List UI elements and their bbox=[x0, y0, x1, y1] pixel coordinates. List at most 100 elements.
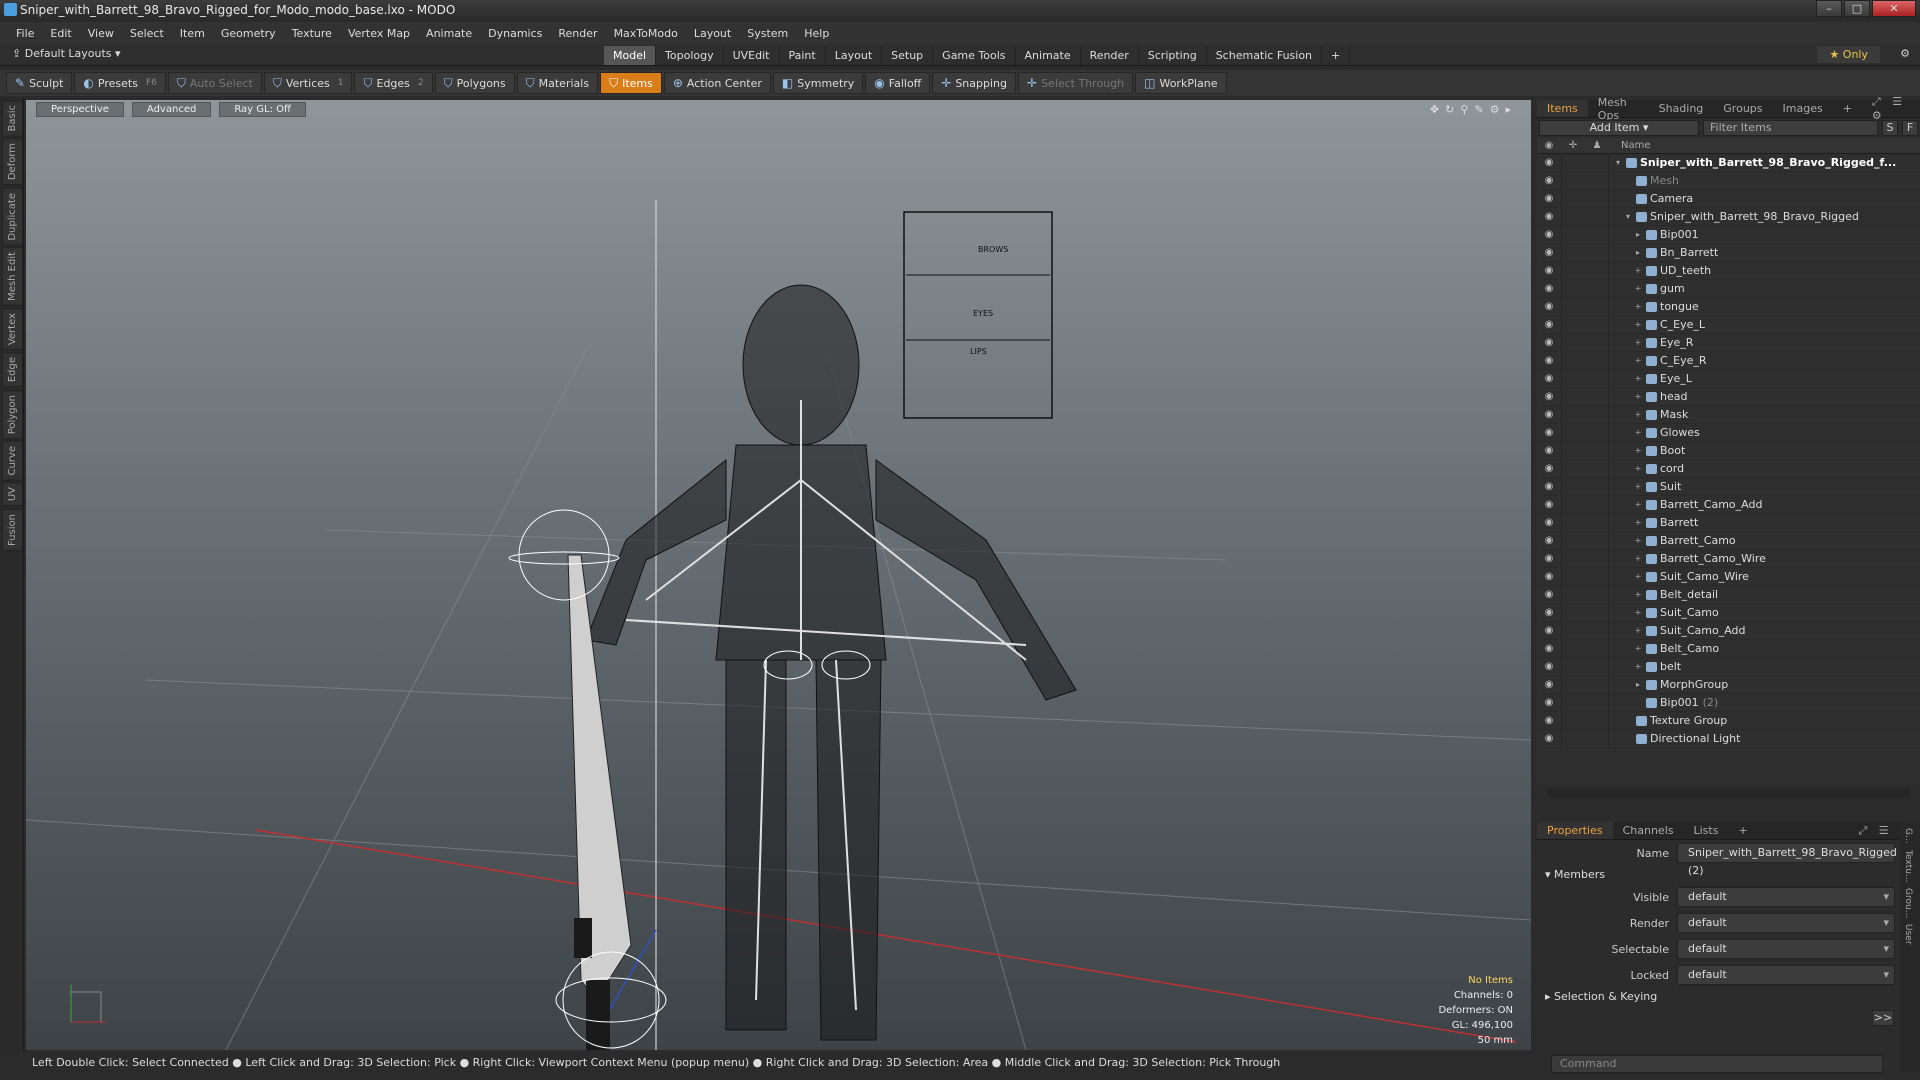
tree-row[interactable]: ◉ Bip001 (2) bbox=[1537, 693, 1920, 712]
expand-toggle-icon[interactable]: + bbox=[1633, 356, 1643, 365]
eye-icon[interactable]: ◉ bbox=[1537, 157, 1561, 168]
tree-row-toggles[interactable] bbox=[1561, 621, 1609, 640]
props-tab-properties[interactable]: Properties bbox=[1537, 822, 1613, 839]
auto-select-button[interactable]: ⛉ Auto Select bbox=[167, 72, 262, 94]
tree-row-toggles[interactable] bbox=[1561, 585, 1609, 604]
expand-toggle-icon[interactable]: + bbox=[1633, 320, 1643, 329]
menu-item-edit[interactable]: Edit bbox=[42, 27, 79, 40]
tree-row-toggles[interactable] bbox=[1561, 225, 1609, 244]
snapping-button[interactable]: ✛ Snapping bbox=[932, 72, 1016, 94]
tree-row[interactable]: ◉ + C_Eye_L bbox=[1537, 315, 1920, 334]
side-tab[interactable]: Textu... bbox=[1903, 850, 1913, 883]
eye-icon[interactable]: ◉ bbox=[1537, 553, 1561, 564]
eye-icon[interactable]: ◉ bbox=[1537, 697, 1561, 708]
tree-row[interactable]: ◉ + belt bbox=[1537, 657, 1920, 676]
items-tab-mesh-ops[interactable]: Mesh Ops bbox=[1588, 94, 1649, 124]
tree-row-toggles[interactable] bbox=[1561, 351, 1609, 370]
presets-button[interactable]: ◐ Presets F6 bbox=[74, 72, 166, 94]
vertices-button[interactable]: ⛉ Vertices 1 bbox=[263, 72, 353, 94]
menu-item-select[interactable]: Select bbox=[122, 27, 172, 40]
expand-toggle-icon[interactable]: + bbox=[1633, 446, 1643, 455]
eye-icon[interactable]: ◉ bbox=[1537, 355, 1561, 366]
menu-item-layout[interactable]: Layout bbox=[686, 27, 739, 40]
tree-row-toggles[interactable] bbox=[1561, 243, 1609, 262]
expand-toggle-icon[interactable]: + bbox=[1633, 482, 1643, 491]
expand-toggle-icon[interactable]: + bbox=[1633, 266, 1643, 275]
tab-game-tools[interactable]: Game Tools bbox=[933, 46, 1016, 65]
expand-toggle-icon[interactable]: + bbox=[1633, 644, 1643, 653]
zoom-icon[interactable]: ⚲ bbox=[1460, 103, 1474, 116]
menu-item-system[interactable]: System bbox=[739, 27, 796, 40]
tree-row-toggles[interactable] bbox=[1561, 333, 1609, 352]
tree-row[interactable]: ◉ + Glowes bbox=[1537, 423, 1920, 442]
tree-row-toggles[interactable] bbox=[1561, 513, 1609, 532]
tree-row[interactable]: ◉ + UD_teeth bbox=[1537, 261, 1920, 280]
raygl-button[interactable]: Ray GL: Off bbox=[219, 101, 306, 117]
tree-row[interactable]: ◉ Directional Light bbox=[1537, 729, 1920, 748]
tree-row[interactable]: ◉ Camera bbox=[1537, 189, 1920, 208]
tree-row[interactable]: ◉ + Belt_detail bbox=[1537, 585, 1920, 604]
expand-toggle-icon[interactable]: + bbox=[1633, 500, 1643, 509]
menu-item-geometry[interactable]: Geometry bbox=[213, 27, 284, 40]
expand-toggle-icon[interactable]: + bbox=[1633, 374, 1643, 383]
props-tab-add[interactable]: + bbox=[1728, 822, 1757, 839]
select-through-button[interactable]: ✛ Select Through bbox=[1018, 72, 1134, 94]
tab-setup[interactable]: Setup bbox=[882, 46, 934, 65]
expand-toggle-icon[interactable]: + bbox=[1633, 464, 1643, 473]
left-tab-vertex[interactable]: Vertex bbox=[2, 308, 23, 351]
props-tab-lists[interactable]: Lists bbox=[1684, 822, 1729, 839]
tree-row-toggles[interactable] bbox=[1561, 459, 1609, 478]
expand-toggle-icon[interactable]: + bbox=[1633, 284, 1643, 293]
left-tab-fusion[interactable]: Fusion bbox=[2, 508, 23, 551]
eye-icon[interactable]: ◉ bbox=[1537, 283, 1561, 294]
tree-row[interactable]: ◉ + Belt_Camo bbox=[1537, 639, 1920, 658]
command-input[interactable]: Command bbox=[1551, 1055, 1883, 1073]
tree-row-toggles[interactable] bbox=[1561, 279, 1609, 298]
tree-row[interactable]: ◉ + tongue bbox=[1537, 297, 1920, 316]
tab-paint[interactable]: Paint bbox=[780, 46, 826, 65]
workplane-button[interactable]: ◫ WorkPlane bbox=[1135, 72, 1227, 94]
items-tab-add[interactable]: + bbox=[1833, 100, 1862, 117]
expand-toggle-icon[interactable]: + bbox=[1633, 518, 1643, 527]
eye-icon[interactable]: ◉ bbox=[1537, 409, 1561, 420]
f-toggle-button[interactable]: F bbox=[1902, 120, 1918, 136]
tree-row-toggles[interactable] bbox=[1561, 297, 1609, 316]
selection-keying-section[interactable]: ▸ Selection & Keying bbox=[1537, 988, 1920, 1006]
style-advanced-button[interactable]: Advanced bbox=[131, 101, 212, 117]
tree-row-toggles[interactable] bbox=[1561, 693, 1609, 712]
eye-icon[interactable]: ◉ bbox=[1537, 481, 1561, 492]
filter-items-input[interactable]: Filter Items bbox=[1703, 120, 1878, 136]
tree-row[interactable]: ◉ + Boot bbox=[1537, 441, 1920, 460]
menu-item-maxtomodo[interactable]: MaxToModo bbox=[606, 27, 686, 40]
items-tab-groups[interactable]: Groups bbox=[1713, 100, 1772, 117]
eye-icon[interactable]: ◉ bbox=[1537, 265, 1561, 276]
tree-row-toggles[interactable] bbox=[1561, 495, 1609, 514]
eye-icon[interactable]: ◉ bbox=[1537, 535, 1561, 546]
tree-row-toggles[interactable] bbox=[1561, 405, 1609, 424]
add-item-button[interactable]: Add Item ▾ bbox=[1539, 120, 1699, 136]
tree-row-toggles[interactable] bbox=[1561, 387, 1609, 406]
materials-button[interactable]: ⛉ Materials bbox=[516, 72, 599, 94]
tree-row-toggles[interactable] bbox=[1561, 261, 1609, 280]
menu-item-item[interactable]: Item bbox=[172, 27, 213, 40]
eye-icon[interactable]: ◉ bbox=[1537, 661, 1561, 672]
items-tab-shading[interactable]: Shading bbox=[1649, 100, 1714, 117]
maximize-button[interactable]: □ bbox=[1844, 0, 1870, 17]
default-layouts-dropdown[interactable]: ⇪ Default Layouts ▾ bbox=[12, 47, 121, 60]
tree-row-toggles[interactable] bbox=[1561, 531, 1609, 550]
tree-row[interactable]: ◉ ▸ MorphGroup bbox=[1537, 675, 1920, 694]
left-tab-mesh-edit[interactable]: Mesh Edit bbox=[2, 247, 23, 307]
visible-dropdown[interactable]: default ▾ bbox=[1677, 887, 1895, 907]
eye-icon[interactable]: ◉ bbox=[1537, 679, 1561, 690]
menu-item-animate[interactable]: Animate bbox=[418, 27, 480, 40]
eye-icon[interactable]: ◉ bbox=[1537, 373, 1561, 384]
tab-layout[interactable]: Layout bbox=[826, 46, 883, 65]
expand-toggle-icon[interactable]: + bbox=[1633, 338, 1643, 347]
expand-toggle-icon[interactable]: + bbox=[1633, 626, 1643, 635]
tree-row-toggles[interactable] bbox=[1561, 711, 1609, 730]
tree-row[interactable]: ◉ Texture Group bbox=[1537, 711, 1920, 730]
eye-icon[interactable]: ◉ bbox=[1537, 445, 1561, 456]
eye-icon[interactable]: ◉ bbox=[1537, 319, 1561, 330]
eye-icon[interactable]: ◉ bbox=[1537, 211, 1561, 222]
locked-dropdown[interactable]: default ▾ bbox=[1677, 965, 1895, 985]
